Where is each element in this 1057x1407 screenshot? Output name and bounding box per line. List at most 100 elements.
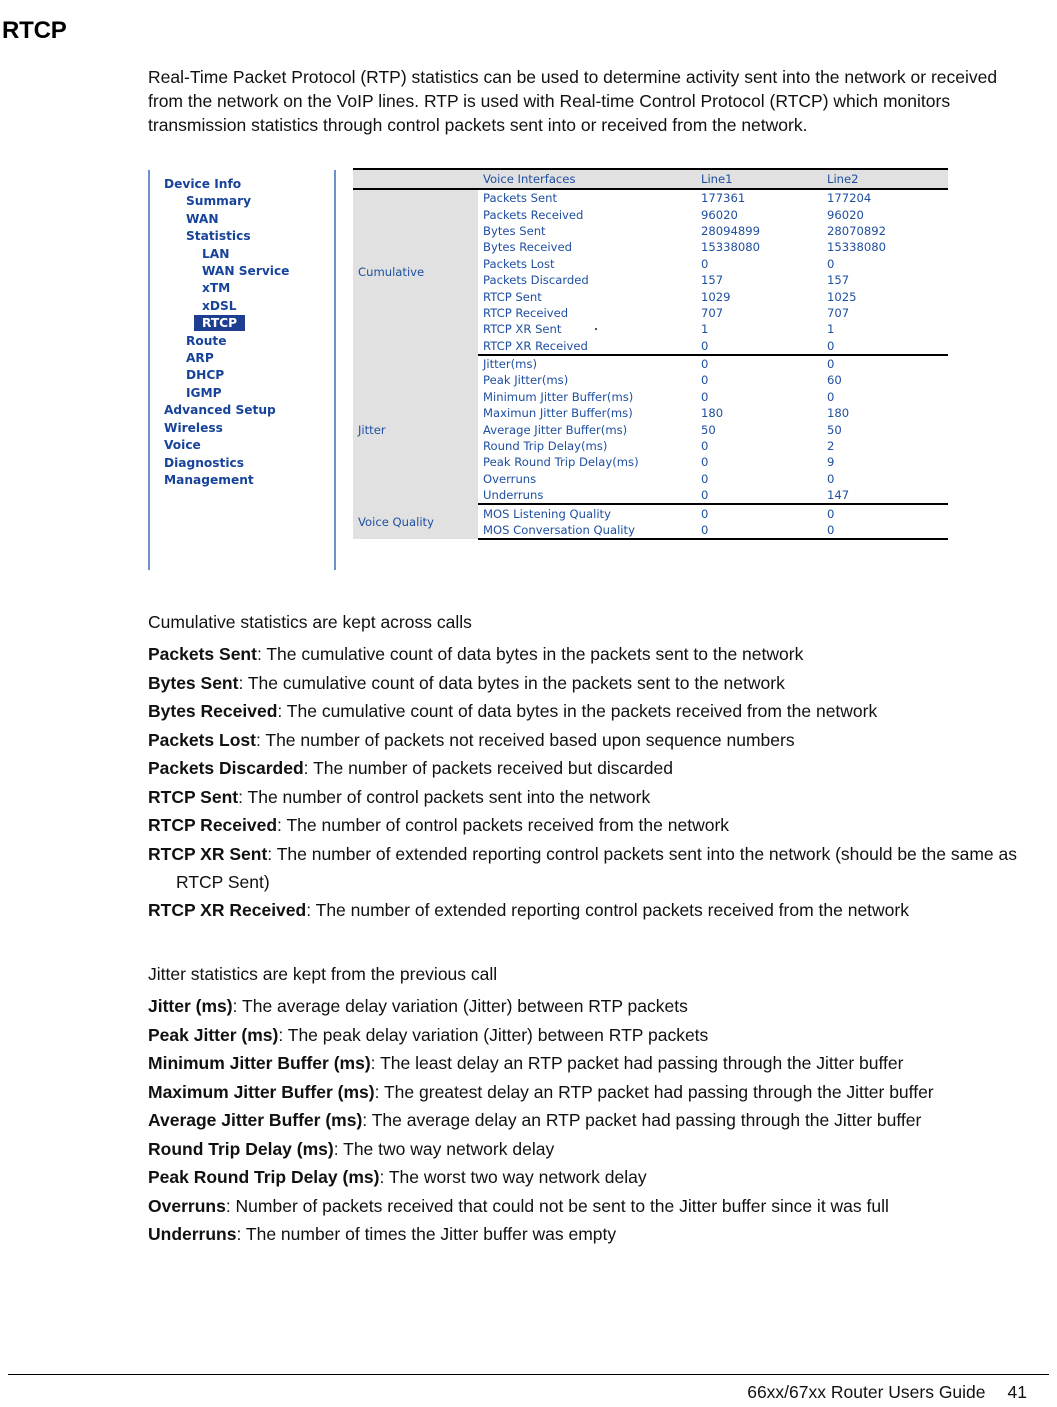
table-cell-line1: 157 [696, 271, 822, 289]
table-cell-line1: 50 [696, 421, 822, 438]
table-group-jitter: Jitter Jitter(ms) 0 0 Peak Jitter(ms) 0 60 Mini… [353, 354, 948, 506]
column-header-group [353, 168, 478, 190]
definition-description: : The number of extended reporting contr… [306, 900, 909, 920]
router-nav-item-advanced-setup[interactable]: Advanced Setup [150, 402, 334, 419]
table-cell-line2: 0 [822, 470, 948, 488]
table-cell-line1: 0 [696, 437, 822, 455]
definition-item: Round Trip Delay (ms): The two way netwo… [148, 1135, 1048, 1163]
table-cell-metric: RTCP Sent [478, 288, 696, 305]
router-nav-item-rtcp[interactable]: RTCP [150, 315, 334, 332]
table-row: Jitter Jitter(ms) 0 0 [353, 354, 948, 505]
router-nav-item-xtm[interactable]: xTM [150, 280, 334, 297]
cumulative-lede: Cumulative statistics are kept across ca… [148, 611, 472, 632]
router-nav-item-device-info[interactable]: Device Info [150, 176, 334, 193]
router-nav-item-xdsl[interactable]: xDSL [150, 298, 334, 315]
table-cell-line1: 177361 [696, 189, 822, 207]
router-nav-item-summary[interactable]: Summary [150, 193, 334, 210]
table-cell-metric: Maximun Jitter Buffer(ms) [478, 405, 696, 422]
definition-item: Average Jitter Buffer (ms): The average … [148, 1106, 1048, 1134]
table-cell-metric: RTCP XR Sent [478, 321, 696, 338]
table-cell-line2: 15338080 [822, 239, 948, 256]
table-cell-line2: 96020 [822, 206, 948, 223]
definition-item: Packets Lost: The number of packets not … [148, 726, 1048, 754]
router-nav-item-wan[interactable]: WAN [150, 211, 334, 228]
table-cell-line2: 147 [822, 487, 948, 506]
definition-description: : The cumulative count of data bytes in … [256, 644, 804, 664]
router-nav-item-management[interactable]: Management [150, 472, 334, 489]
table-cell-metric: RTCP Received [478, 304, 696, 322]
table-cell-metric: Packets Discarded [478, 271, 696, 289]
router-nav-item-statistics[interactable]: Statistics [150, 228, 334, 245]
table-cell-line1: 0 [696, 388, 822, 406]
table-cell-line2: 0 [822, 388, 948, 406]
table-group-label: Cumulative [353, 189, 478, 355]
table-cell-line1: 28094899 [696, 222, 822, 240]
definition-description: : The cumulative count of data bytes in … [277, 701, 878, 721]
definition-term: RTCP Received [148, 815, 278, 835]
column-header-line2: Line2 [822, 168, 948, 190]
definition-description: : The number of packets received but dis… [303, 758, 673, 778]
definition-item: RTCP Received: The number of control pac… [148, 811, 1048, 839]
table-cell-line2: 60 [822, 372, 948, 389]
table-header-row: Voice Interfaces Line1 Line2 [353, 168, 948, 190]
table-cell-line1: 0 [696, 521, 822, 541]
definition-description: : The number of control packets received… [277, 815, 730, 835]
router-nav-item-igmp[interactable]: IGMP [150, 385, 334, 402]
definition-description: : The two way network delay [333, 1138, 555, 1159]
definition-term: Packets Lost [148, 729, 256, 750]
table-cell-line1: 0 [696, 255, 822, 272]
definition-item: RTCP XR Sent: The number of extended rep… [148, 840, 1048, 896]
table-cell-metric: MOS Conversation Quality [478, 521, 696, 541]
definition-item: Minimum Jitter Buffer (ms): The least de… [148, 1049, 1048, 1077]
table-cell-line1: 0 [696, 372, 822, 389]
cumulative-definition-list: Packets Sent: The cumulative count of da… [148, 640, 1048, 925]
router-nav-item-lan[interactable]: LAN [150, 246, 334, 263]
table-group-cumulative: Cumulative Packets Sent 177361 177204 Packet… [353, 189, 948, 356]
router-nav-item-diagnostics[interactable]: Diagnostics [150, 455, 334, 472]
table-cell-line1: 1029 [696, 288, 822, 305]
definition-item: Bytes Received: The cumulative count of … [148, 697, 1048, 725]
router-nav-item-wireless[interactable]: Wireless [150, 420, 334, 437]
router-nav-item-dhcp[interactable]: DHCP [150, 367, 334, 384]
definition-item: Maximum Jitter Buffer (ms): The greatest… [148, 1078, 1048, 1106]
table-cell-metric: Jitter(ms) [478, 354, 696, 373]
table-cell-line2: 50 [822, 421, 948, 438]
table-cell-metric: MOS Listening Quality [478, 504, 696, 522]
table-cell-line1: 0 [696, 470, 822, 488]
table-cell-line2: 9 [822, 454, 948, 471]
definition-description: : The average delay variation (Jitter) b… [232, 996, 688, 1016]
definition-term: Underruns [148, 1224, 237, 1244]
table-cell-metric: Round Trip Delay(ms) [478, 437, 696, 455]
table-cell-metric: Minimum Jitter Buffer(ms) [478, 388, 696, 406]
definition-description: : The greatest delay an RTP packet had p… [374, 1081, 934, 1102]
router-nav-item-wan-service[interactable]: WAN Service [150, 263, 334, 280]
table-group-label: Voice Quality [353, 504, 478, 540]
definition-term: Peak Round Trip Delay (ms) [148, 1167, 380, 1187]
table-cell-line2: 2 [822, 437, 948, 455]
router-nav-item-voice[interactable]: Voice [150, 437, 334, 454]
definition-item: Underruns: The number of times the Jitte… [148, 1220, 1048, 1248]
table-cell-metric: Underruns [478, 487, 696, 506]
definition-item: Packets Sent: The cumulative count of da… [148, 640, 1048, 668]
router-nav-item-label: RTCP [194, 315, 246, 332]
table-cell-line1: 15338080 [696, 239, 822, 256]
router-nav-item-route[interactable]: Route [150, 333, 334, 350]
definition-description: : The number of extended reporting contr… [176, 843, 1017, 892]
router-nav-list: Device Info Summary WAN Statistics LAN WAN Se… [150, 170, 334, 489]
intro-paragraph: Real-Time Packet Protocol (RTP) statisti… [148, 66, 998, 135]
definition-term: Packets Discarded [148, 758, 304, 778]
table-cell-line1: 0 [696, 454, 822, 471]
definition-term: Overruns [148, 1195, 226, 1216]
jitter-definition-list: Jitter (ms): The average delay variation… [148, 992, 1048, 1249]
definition-item: Overruns: Number of packets received tha… [148, 1192, 1048, 1220]
router-nav-item-arp[interactable]: ARP [150, 350, 334, 367]
table-row: Voice Quality MOS Listening Quality 0 0 [353, 504, 948, 540]
rtcp-statistics-table-wrapper: Voice Interfaces Line1 Line2 Cumulative P… [353, 168, 948, 568]
page-title: RTCP [2, 17, 67, 45]
table-cell-line2: 707 [822, 304, 948, 322]
footer: 66xx/67xx Router Users Guide 41 [747, 1382, 1027, 1403]
definition-item: Jitter (ms): The average delay variation… [148, 992, 1048, 1020]
definition-description: : The worst two way network delay [379, 1167, 647, 1187]
table-group-voice-quality: Voice Quality MOS Listening Quality 0 0 MOS … [353, 504, 948, 541]
definition-item: Packets Discarded: The number of packets… [148, 754, 1048, 782]
